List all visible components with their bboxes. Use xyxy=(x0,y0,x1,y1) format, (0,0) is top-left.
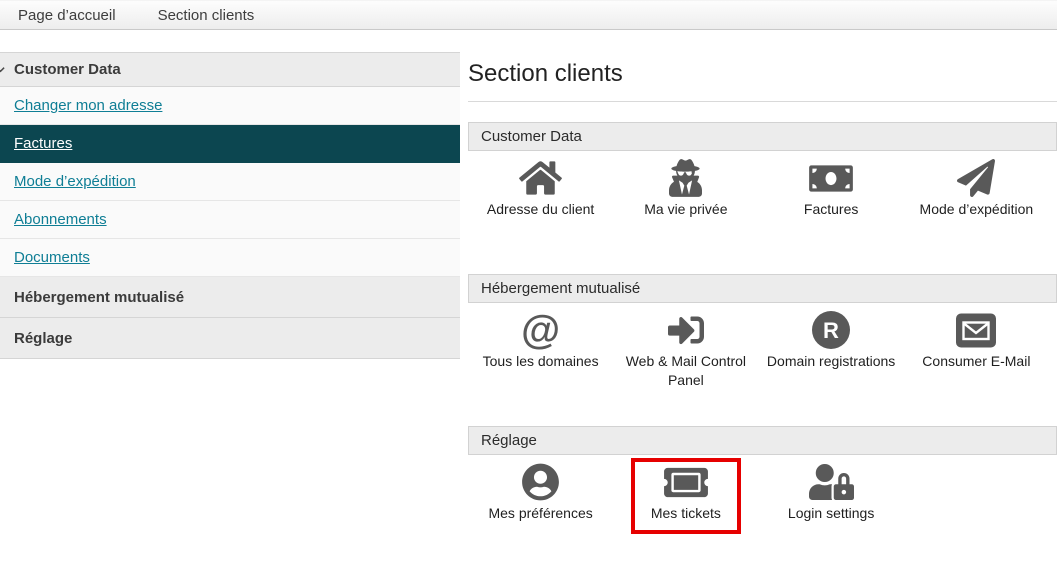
tile-consumer-email[interactable]: Consumer E-Mail xyxy=(904,311,1049,426)
tile-label: Mes préférences xyxy=(488,505,593,521)
envelope-icon xyxy=(956,311,997,349)
home-icon xyxy=(519,159,563,197)
tile-adresse-du-client[interactable]: Adresse du client xyxy=(468,159,613,274)
tile-label: Tous les domaines xyxy=(482,353,599,369)
page-title: Section clients xyxy=(468,60,623,87)
tile-web-mail-control-panel[interactable]: Web & Mail Control Panel xyxy=(613,311,758,426)
user-lock-icon xyxy=(808,463,854,501)
tile-factures[interactable]: Factures xyxy=(759,159,904,274)
svg-text:R: R xyxy=(823,318,839,343)
sign-in-icon xyxy=(667,311,704,349)
section-header-hebergement: Hébergement mutualisé xyxy=(468,274,1057,303)
banknote-icon xyxy=(809,159,853,197)
sidebar-section-label: Customer Data xyxy=(14,61,121,78)
registered-icon: R xyxy=(812,311,851,349)
sidebar: Customer Data Changer mon adresse Factur… xyxy=(0,52,460,359)
section-header-label: Réglage xyxy=(481,432,537,449)
paper-plane-icon xyxy=(957,159,996,197)
tile-grid-reglage: Mes préférences Mes tickets Login settin… xyxy=(468,455,1057,578)
sidebar-item-mode-expedition[interactable]: Mode d’expédition xyxy=(0,163,460,201)
section-header-label: Customer Data xyxy=(481,128,582,145)
tile-label: Factures xyxy=(803,201,859,217)
page-layout: Customer Data Changer mon adresse Factur… xyxy=(0,52,1057,578)
section-header-reglage: Réglage xyxy=(468,426,1057,455)
sidebar-section-customer-data[interactable]: Customer Data xyxy=(0,53,460,87)
top-nav-bar: Page d’accueil Section clients xyxy=(0,0,1057,30)
tile-label: Domain registrations xyxy=(766,353,896,369)
sidebar-section-label: Hébergement mutualisé xyxy=(14,288,185,306)
user-circle-icon xyxy=(522,463,560,501)
tile-label: Consumer E-Mail xyxy=(922,353,1031,369)
main-content: Section clients Customer Data Adresse du… xyxy=(468,52,1057,578)
sidebar-link-label: Changer mon adresse xyxy=(14,97,163,114)
tile-ma-vie-privee[interactable]: Ma vie privée xyxy=(613,159,758,274)
sidebar-item-abonnements[interactable]: Abonnements xyxy=(0,201,460,239)
sidebar-link-label: Documents xyxy=(14,249,90,266)
nav-item-home[interactable]: Page d’accueil xyxy=(18,7,116,24)
sidebar-link-label: Factures xyxy=(14,135,73,152)
sidebar-link-label: Mode d’expédition xyxy=(14,173,136,190)
sidebar-section-reglage[interactable]: Réglage xyxy=(0,318,460,359)
tile-label: Web & Mail Control Panel xyxy=(625,353,747,388)
ticket-icon xyxy=(663,463,708,501)
sidebar-item-changer-mon-adresse[interactable]: Changer mon adresse xyxy=(0,87,460,125)
tile-label: Ma vie privée xyxy=(644,201,728,217)
spy-icon xyxy=(669,159,703,197)
tile-empty xyxy=(904,463,1049,578)
nav-item-section-clients[interactable]: Section clients xyxy=(158,7,255,24)
tile-label: Adresse du client xyxy=(486,201,595,217)
tile-mode-expedition[interactable]: Mode d’expédition xyxy=(904,159,1049,274)
tile-grid-hebergement: @ Tous les domaines Web & Mail Control P… xyxy=(468,303,1057,426)
section-header-customer-data: Customer Data xyxy=(468,122,1057,151)
at-sign-icon: @ xyxy=(521,308,561,352)
chevron-down-icon xyxy=(0,65,5,74)
sidebar-section-label: Réglage xyxy=(14,329,73,347)
tile-tous-les-domaines[interactable]: @ Tous les domaines xyxy=(468,308,613,426)
tile-label: Mes tickets xyxy=(650,505,721,521)
tile-mes-preferences[interactable]: Mes préférences xyxy=(468,463,613,578)
tile-label: Login settings xyxy=(787,505,875,521)
tile-label: Mode d’expédition xyxy=(919,201,1034,217)
tile-login-settings[interactable]: Login settings xyxy=(759,463,904,578)
tile-grid-customer-data: Adresse du client Ma vie privée Factures… xyxy=(468,151,1057,274)
section-header-label: Hébergement mutualisé xyxy=(481,280,641,297)
sidebar-link-label: Abonnements xyxy=(14,211,107,228)
sidebar-section-hebergement[interactable]: Hébergement mutualisé xyxy=(0,277,460,318)
title-divider xyxy=(468,101,1057,102)
tile-mes-tickets[interactable]: Mes tickets xyxy=(613,458,758,578)
sidebar-item-factures[interactable]: Factures xyxy=(0,125,460,163)
tile-domain-registrations[interactable]: R Domain registrations xyxy=(759,311,904,426)
sidebar-item-documents[interactable]: Documents xyxy=(0,239,460,277)
